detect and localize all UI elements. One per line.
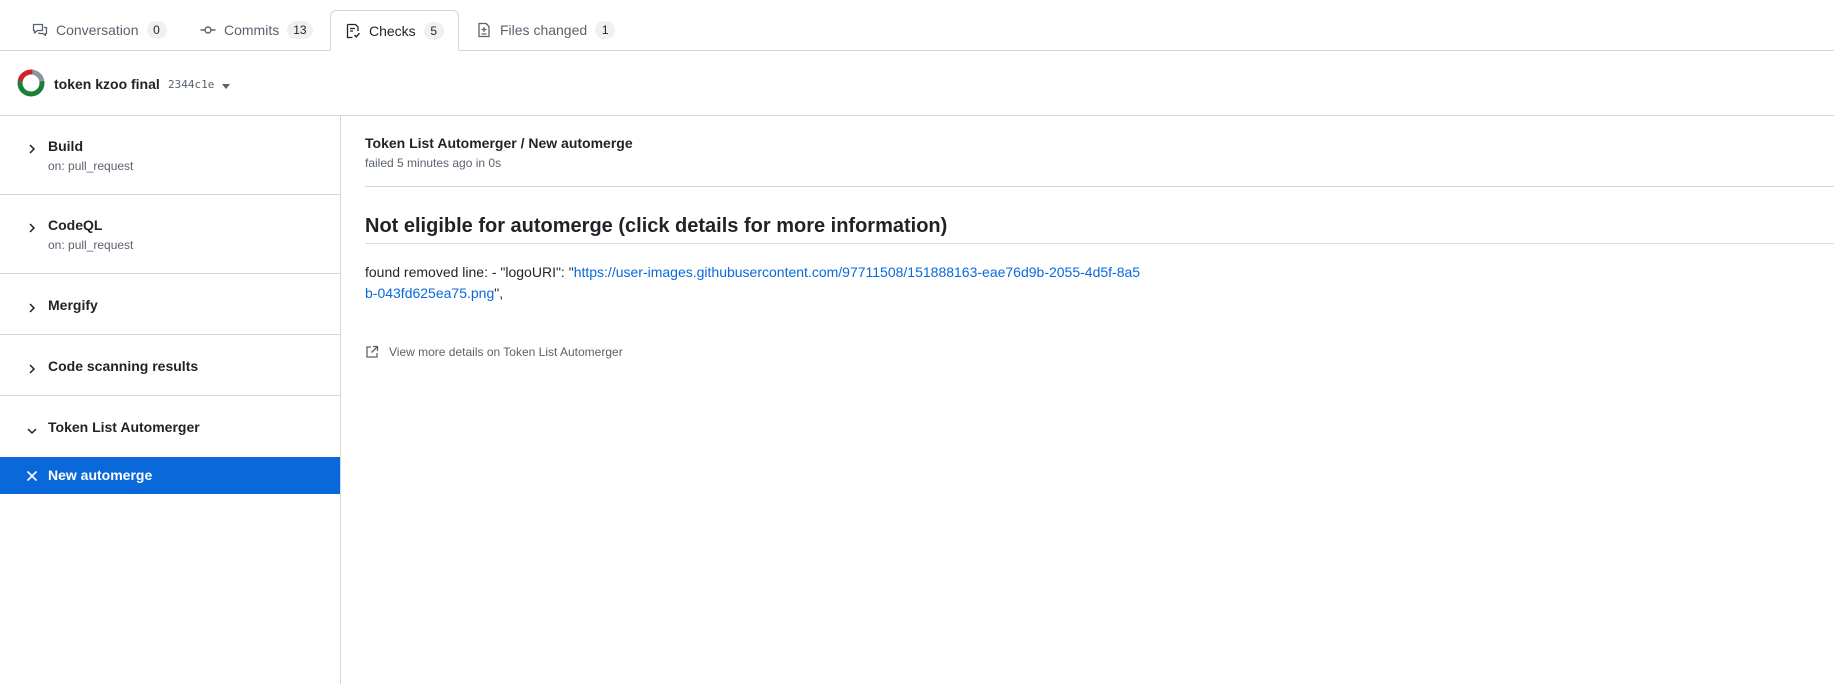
- workflow-name: Code scanning results: [48, 358, 199, 374]
- chevron-right-icon: [27, 141, 37, 154]
- summary-heading: Not eligible for automerge (click detail…: [365, 215, 948, 237]
- check-status-ring-icon[interactable]: [16, 68, 46, 98]
- tab-label: Checks: [369, 22, 416, 39]
- tab-files-changed[interactable]: Files changed 1: [462, 10, 629, 50]
- link-external-icon: [365, 345, 379, 359]
- pr-tab-bar: Conversation 0 Commits 13 Checks 5 Files…: [0, 0, 1834, 51]
- tab-counter: 13: [287, 21, 313, 39]
- sidebar-item-build[interactable]: Build on: pull_request: [0, 116, 340, 195]
- tab-label: Commits: [224, 22, 280, 38]
- sidebar-item-token-list-automerger[interactable]: Token List Automerger: [0, 396, 340, 457]
- tab-commits[interactable]: Commits 13: [186, 10, 327, 50]
- workflow-name: CodeQL: [48, 217, 103, 233]
- checks-sidebar: Build on: pull_request CodeQL on: pull_r…: [0, 116, 341, 684]
- commit-title: token kzoo final: [54, 76, 160, 92]
- file-diff-icon: [476, 22, 492, 38]
- divider: [365, 243, 1834, 244]
- sidebar-job-new-automerge[interactable]: New automerge: [0, 457, 340, 494]
- workflow-name: Token List Automerger: [48, 419, 200, 435]
- summary-body: found removed line: - "logoURI": "https:…: [365, 262, 1145, 304]
- tab-checks[interactable]: Checks 5: [330, 10, 459, 51]
- job-meta: failed 5 minutes ago in 0s: [365, 156, 502, 170]
- commit-header: token kzoo final 2344c1e: [0, 51, 1834, 116]
- caret-down-icon[interactable]: [222, 84, 230, 89]
- workflow-name: Mergify: [48, 297, 98, 313]
- chevron-right-icon: [27, 220, 37, 233]
- tab-counter: 1: [595, 21, 616, 39]
- tab-conversation[interactable]: Conversation 0: [18, 10, 181, 50]
- sidebar-item-mergify[interactable]: Mergify: [0, 274, 340, 335]
- tab-label: Files changed: [500, 22, 588, 38]
- job-title: Token List Automerger / New automerge: [365, 135, 633, 151]
- divider: [365, 186, 1834, 187]
- commit-sha-dropdown[interactable]: 2344c1e: [168, 78, 214, 91]
- checklist-icon: [345, 23, 361, 39]
- workflow-name: Build: [48, 138, 83, 154]
- chevron-right-icon: [27, 361, 37, 374]
- git-commit-icon: [200, 22, 216, 38]
- workflow-trigger: on: pull_request: [48, 159, 134, 173]
- body-text-prefix: found removed line: - "logoURI": ": [365, 264, 574, 280]
- details-link-label: View more details on Token List Automerg…: [389, 345, 623, 359]
- sidebar-item-codeql[interactable]: CodeQL on: pull_request: [0, 195, 340, 274]
- tab-counter: 0: [146, 21, 167, 39]
- body-text-suffix: ",: [494, 285, 504, 301]
- sidebar-item-code-scanning-results[interactable]: Code scanning results: [0, 335, 340, 396]
- workflow-trigger: on: pull_request: [48, 238, 134, 252]
- chevron-down-icon: [27, 423, 37, 435]
- x-icon: [26, 469, 38, 482]
- tab-label: Conversation: [56, 22, 139, 38]
- view-more-details-link[interactable]: View more details on Token List Automerg…: [365, 345, 623, 359]
- job-name: New automerge: [48, 467, 153, 483]
- chevron-right-icon: [27, 300, 37, 313]
- comment-discussion-icon: [32, 22, 48, 38]
- check-run-detail: Token List Automerger / New automerge fa…: [341, 116, 1834, 684]
- tab-counter: 5: [423, 21, 444, 40]
